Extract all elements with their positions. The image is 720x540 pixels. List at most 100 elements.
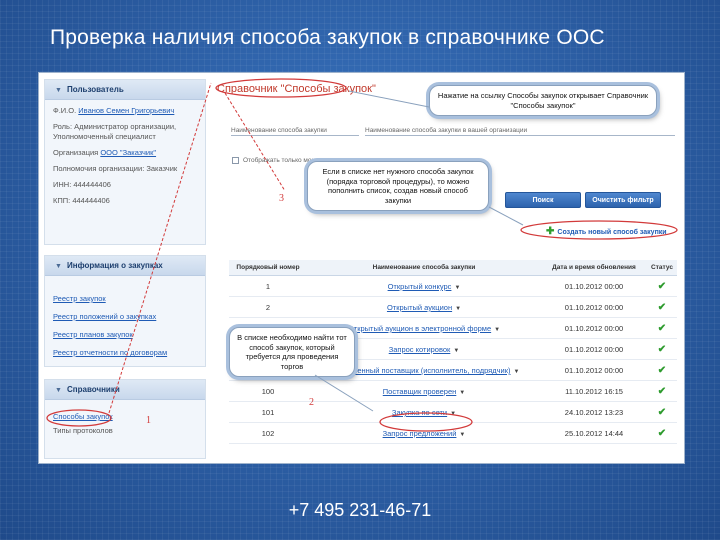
reference-panel: ▼ Справочники Способы закупок Типы проток… [44,379,206,459]
row-name-cell: Запрос предложений ▼ [307,423,541,443]
screenshot-window: ▼ Пользователь Ф.И.О. Иванов Семен Григор… [38,72,685,464]
user-org-link[interactable]: ООО "Заказчик" [100,148,156,157]
row-status: ✔ [647,423,677,443]
plus-icon: ✚ [546,226,555,237]
row-updated: 01.10.2012 00:00 [564,324,624,333]
method-link[interactable]: Запрос котировок [389,345,451,354]
dropdown-arrow-icon[interactable]: ▼ [450,411,456,417]
collapse-caret-icon: ▼ [55,263,62,270]
procurement-panel: ▼ Информация о закупках Реестр закупок Ре… [44,255,206,367]
dropdown-arrow-icon[interactable]: ▼ [455,306,461,312]
user-org: Организация ООО "Заказчик" [53,148,157,157]
checkmark-icon: ✔ [657,281,667,292]
dropdown-arrow-icon[interactable]: ▼ [459,432,465,438]
method-link[interactable]: Единственный поставщик (исполнитель, под… [329,366,511,375]
step-number-2: 2 [309,397,314,408]
table-row: 102 Запрос предложений ▼ 25.10.2012 14:44 ✔ [229,423,677,444]
table-row: 1 Открытый конкурс ▼ 01.10.2012 00:00 ✔ [229,276,677,297]
user-kpp: КПП: 444444406 [53,196,110,205]
step-number-3: 3 [279,193,284,204]
table-row: 101 Закупка по сети ▼ 24.10.2012 13:23 ✔ [229,402,677,423]
row-number: 2 [265,303,271,312]
table-header: Порядковый номер Наименование способа за… [229,260,677,276]
checkmark-icon: ✔ [657,323,667,334]
user-fio: Ф.И.О. Иванов Семен Григорьевич [53,106,175,115]
column-header-number[interactable]: Порядковый номер [229,260,307,275]
row-number: 100 [261,387,275,396]
user-panel: ▼ Пользователь Ф.И.О. Иванов Семен Григор… [44,79,206,245]
row-updated: 01.10.2012 00:00 [564,366,624,375]
row-name-cell: Открытый конкурс ▼ [307,276,541,296]
method-link[interactable]: Открытый аукцион в электронной форме [348,324,491,333]
callout-open-reference: Нажатие на ссылку Способы закупок открыв… [429,85,657,116]
callout-create-method: Если в списке нет нужного способа закупо… [307,161,489,211]
filter-input-org-method-name[interactable] [365,127,675,136]
sidebar-link-regulations-registry[interactable]: Реестр положений о закупках [53,312,197,321]
user-panel-header[interactable]: ▼ Пользователь [45,80,205,100]
user-role: Роль: Администратор организации, Уполном… [53,122,177,141]
callout-find-method: В списке необходимо найти тот способ зак… [229,327,355,377]
dropdown-arrow-icon[interactable]: ▼ [454,285,460,291]
dashed-arrow-step-3 [224,92,286,192]
row-status: ✔ [647,318,677,338]
column-header-updated[interactable]: Дата и время обновления [541,260,647,275]
sidebar-link-procurement-methods[interactable]: Способы закупок [53,412,197,421]
row-status: ✔ [647,402,677,422]
row-updated: 11.10.2012 16:15 [565,387,623,396]
checkmark-icon: ✔ [657,344,667,355]
checkmark-icon: ✔ [657,428,667,439]
user-inn: ИНН: 444444406 [53,180,111,189]
method-link[interactable]: Поставщик проверен [383,387,457,396]
checkmark-icon: ✔ [657,407,667,418]
search-button[interactable]: Поиск [505,192,581,208]
dropdown-arrow-icon[interactable]: ▼ [459,390,465,396]
clear-filter-button[interactable]: Очистить фильтр [585,192,661,208]
row-status: ✔ [647,360,677,380]
step-number-1: 1 [146,415,151,426]
checkmark-icon: ✔ [657,302,667,313]
page-title: Справочник "Способы закупок" [217,83,376,95]
method-link[interactable]: Запрос предложений [383,429,457,438]
reference-panel-header[interactable]: ▼ Справочники [45,380,205,400]
method-link[interactable]: Открытый аукцион [387,303,452,312]
user-authority: Полномочия организации: Заказчик [53,164,178,173]
table-row: 2 Открытый аукцион ▼ 01.10.2012 00:00 ✔ [229,297,677,318]
callout-pointer-middle [488,206,524,226]
row-status: ✔ [647,339,677,359]
collapse-caret-icon: ▼ [55,87,62,94]
table-row: 100 Поставщик проверен ▼ 11.10.2012 16:15 ✔ [229,381,677,402]
row-number: 1 [265,282,271,291]
only-mine-label: Отображать только мои [243,157,316,164]
dropdown-arrow-icon[interactable]: ▼ [494,327,500,333]
row-name-cell: Открытый аукцион ▼ [307,297,541,317]
row-updated: 01.10.2012 00:00 [564,282,624,291]
row-name-cell: Поставщик проверен ▼ [307,381,541,401]
row-number: 101 [261,408,275,417]
method-link[interactable]: Закупка по сети [392,408,447,417]
sidebar-item-protocol-types[interactable]: Типы протоколов [53,426,197,435]
checkmark-icon: ✔ [657,386,667,397]
sidebar-link-reports-registry[interactable]: Реестр отчетности по договорам [53,348,197,357]
column-header-name[interactable]: Наименование способа закупки [307,260,541,275]
contact-phone: +7 495 231-46-71 [288,500,432,520]
dropdown-arrow-icon[interactable]: ▼ [453,348,459,354]
create-method-link[interactable]: ✚ Создать новый способ закупки [546,226,667,237]
row-updated: 24.10.2012 13:23 [564,408,624,417]
row-status: ✔ [647,276,677,296]
filter-input-method-name[interactable] [231,127,359,136]
sidebar-link-plans-registry[interactable]: Реестр планов закупок [53,330,197,339]
column-header-status[interactable]: Статус [647,260,677,275]
row-updated: 25.10.2012 14:44 [564,429,624,438]
procurement-panel-header[interactable]: ▼ Информация о закупках [45,256,205,276]
row-name-cell: Закупка по сети ▼ [307,402,541,422]
method-link[interactable]: Открытый конкурс [388,282,452,291]
only-mine-checkbox[interactable] [232,157,239,164]
row-status: ✔ [647,297,677,317]
checkmark-icon: ✔ [657,365,667,376]
dropdown-arrow-icon[interactable]: ▼ [513,369,519,375]
sidebar-link-procurement-registry[interactable]: Реестр закупок [53,294,197,303]
user-fio-link[interactable]: Иванов Семен Григорьевич [78,106,174,115]
row-updated: 01.10.2012 00:00 [564,345,624,354]
row-number: 102 [261,429,275,438]
row-status: ✔ [647,381,677,401]
